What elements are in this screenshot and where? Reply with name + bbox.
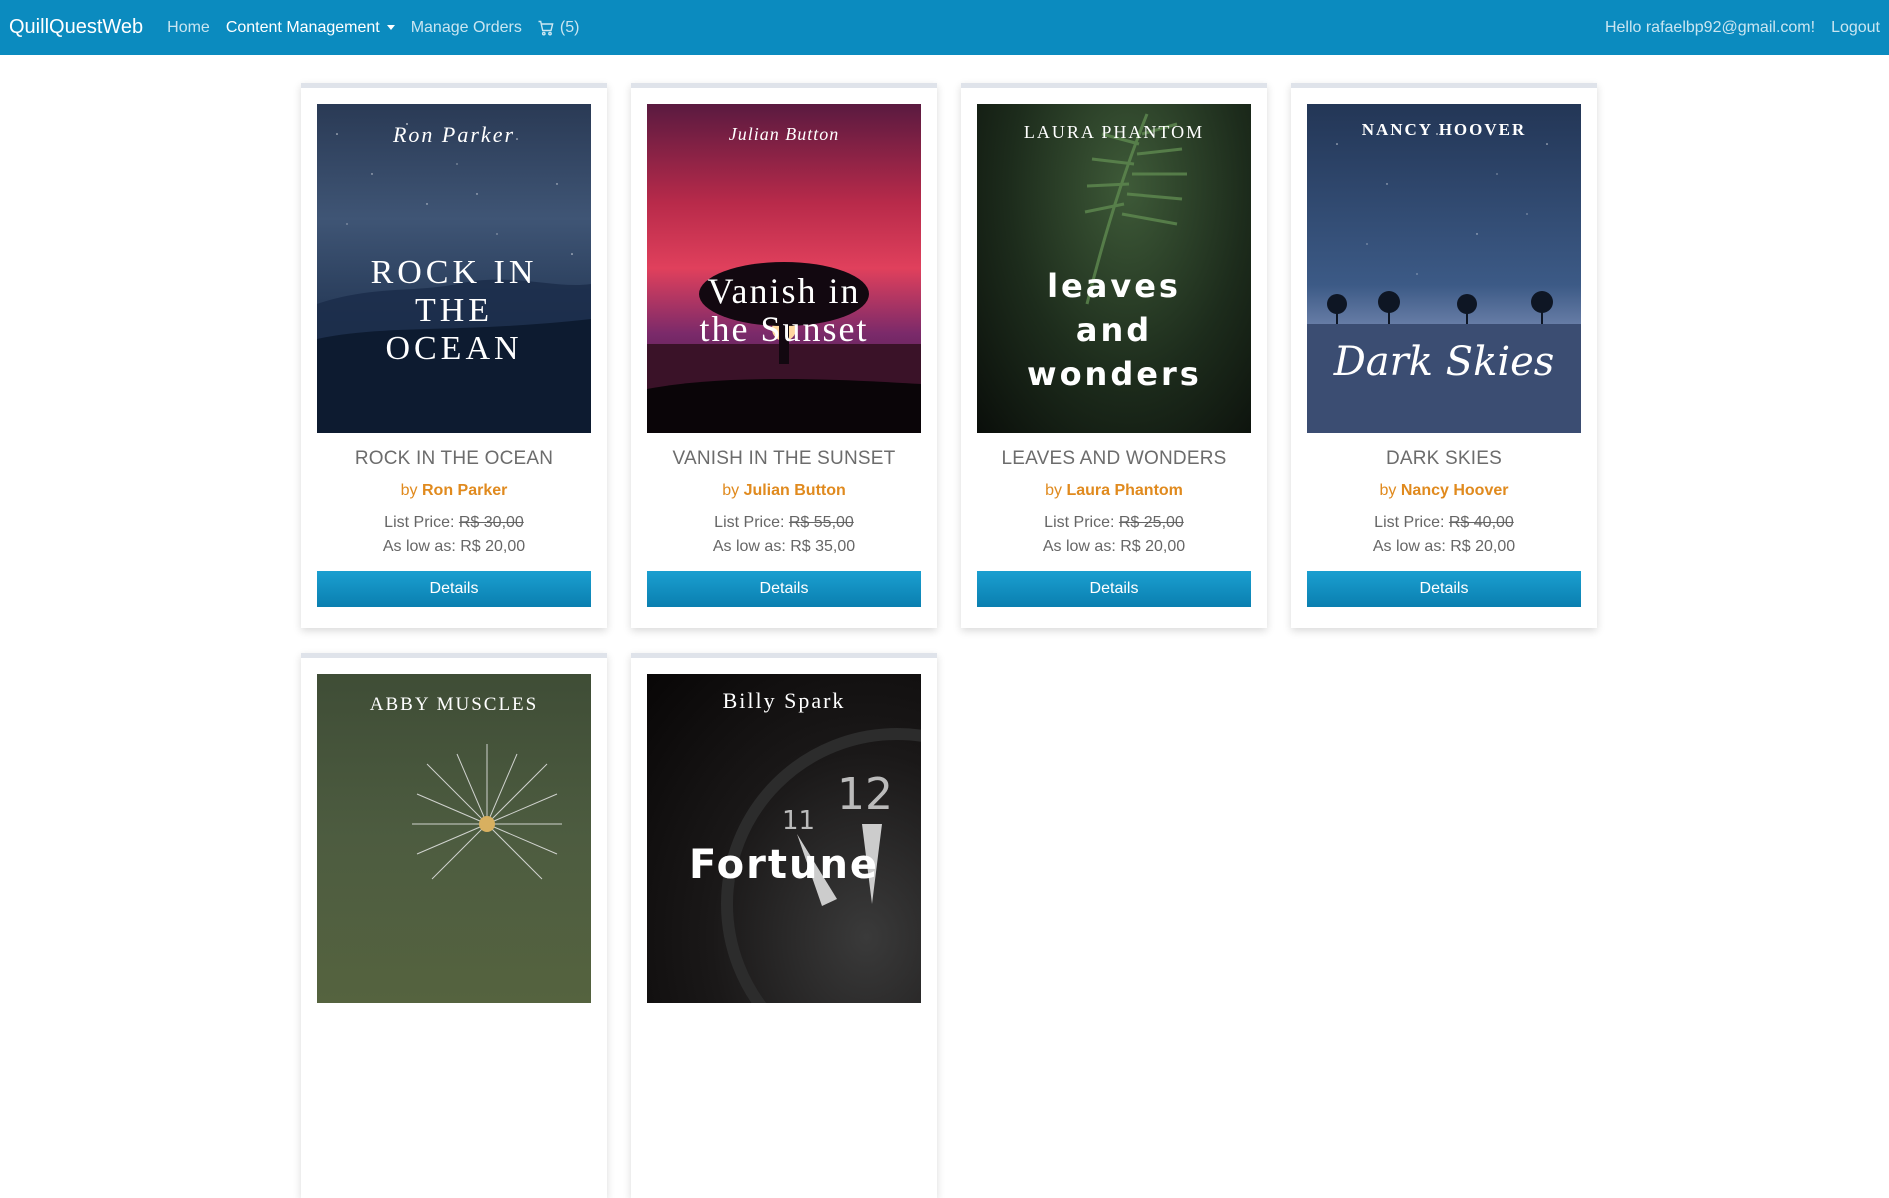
low-price: As low as: R$ 35,00 (712, 538, 856, 555)
product-title: DARK SKIES (1385, 448, 1503, 469)
nav-home[interactable]: Home (167, 19, 210, 37)
product-author: by Nancy Hoover (1379, 482, 1509, 499)
product-author: by Laura Phantom (1045, 482, 1183, 499)
details-button[interactable]: Details (647, 571, 921, 607)
svg-text:12: 12 (837, 769, 893, 820)
product-card: NANCY HOOVER Dark Skies DARK SKIES by Na… (1291, 83, 1597, 628)
nav-content-management[interactable]: Content Management (226, 19, 395, 37)
product-author: by Ron Parker (400, 482, 508, 499)
list-price: List Price: R$ 25,00 (1044, 514, 1184, 531)
nav-content-management-label: Content Management (225, 18, 380, 36)
book-cover-image[interactable]: NANCY HOOVER Dark Skies (1307, 104, 1581, 433)
cover-author-text: Julian Button (728, 124, 840, 144)
list-price: List Price: R$ 30,00 (384, 514, 524, 531)
logout-link[interactable]: Logout (1831, 19, 1880, 37)
cover-author-text: Billy Spark (722, 688, 846, 713)
product-title: VANISH IN THE SUNSET (672, 448, 896, 469)
cover-author-text: ABBY MUSCLES (369, 694, 539, 715)
low-price: As low as: R$ 20,00 (1042, 538, 1186, 555)
nav-cart[interactable]: (5) (538, 18, 580, 37)
product-card: Julian Button Vanish in the Sunset VANIS… (631, 83, 937, 628)
cover-title-text: Vanish in the Sunset (699, 271, 869, 349)
svg-text:11: 11 (782, 806, 815, 836)
product-card: Ron Parker ROCK IN THE OCEAN ROCK IN THE… (301, 83, 607, 628)
book-cover-image[interactable]: Julian Button Vanish in the Sunset (647, 104, 921, 433)
brand-link[interactable]: QuillQuestWeb (9, 16, 143, 39)
top-navbar: QuillQuestWeb Home Content Management Ma… (0, 0, 1889, 55)
details-button[interactable]: Details (977, 571, 1251, 607)
cover-author-text: NANCY HOOVER (1361, 120, 1527, 139)
product-card: 12 11 Billy Spark Fortune (631, 653, 937, 1198)
low-price: As low as: R$ 20,00 (382, 538, 526, 555)
book-cover-image[interactable]: Ron Parker ROCK IN THE OCEAN (317, 104, 591, 433)
cover-title-text: leaves and wonders (1027, 267, 1202, 393)
details-button[interactable]: Details (1307, 571, 1581, 607)
cover-title-text: Dark Skies (1333, 339, 1555, 385)
cover-author-text: LAURA PHANTOM (1023, 122, 1205, 142)
list-price: List Price: R$ 55,00 (714, 514, 854, 531)
list-price: List Price: R$ 40,00 (1374, 514, 1514, 531)
book-cover-image[interactable]: ABBY MUSCLES (317, 674, 591, 1003)
product-author: by Julian Button (722, 482, 846, 499)
nav-manage-orders[interactable]: Manage Orders (411, 19, 522, 37)
chevron-down-icon (386, 25, 395, 30)
product-card: ABBY MUSCLES (301, 653, 607, 1198)
cart-count: (5) (559, 18, 580, 36)
product-title: ROCK IN THE OCEAN (354, 448, 554, 469)
product-card: LAURA PHANTOM leaves and wonders LEAVES … (961, 83, 1267, 628)
cover-author-text: Ron Parker (392, 122, 516, 147)
cover-title-text: ROCK IN THE OCEAN (370, 254, 538, 367)
details-button[interactable]: Details (317, 571, 591, 607)
product-title: LEAVES AND WONDERS (1001, 448, 1227, 469)
low-price: As low as: R$ 20,00 (1372, 538, 1516, 555)
cover-title-text: Fortune (688, 842, 880, 888)
cart-icon (538, 20, 554, 36)
book-cover-image[interactable]: LAURA PHANTOM leaves and wonders (977, 104, 1251, 433)
book-cover-image[interactable]: 12 11 Billy Spark Fortune (647, 674, 921, 1003)
user-greeting[interactable]: Hello rafaelbp92@gmail.com! (1605, 19, 1815, 37)
